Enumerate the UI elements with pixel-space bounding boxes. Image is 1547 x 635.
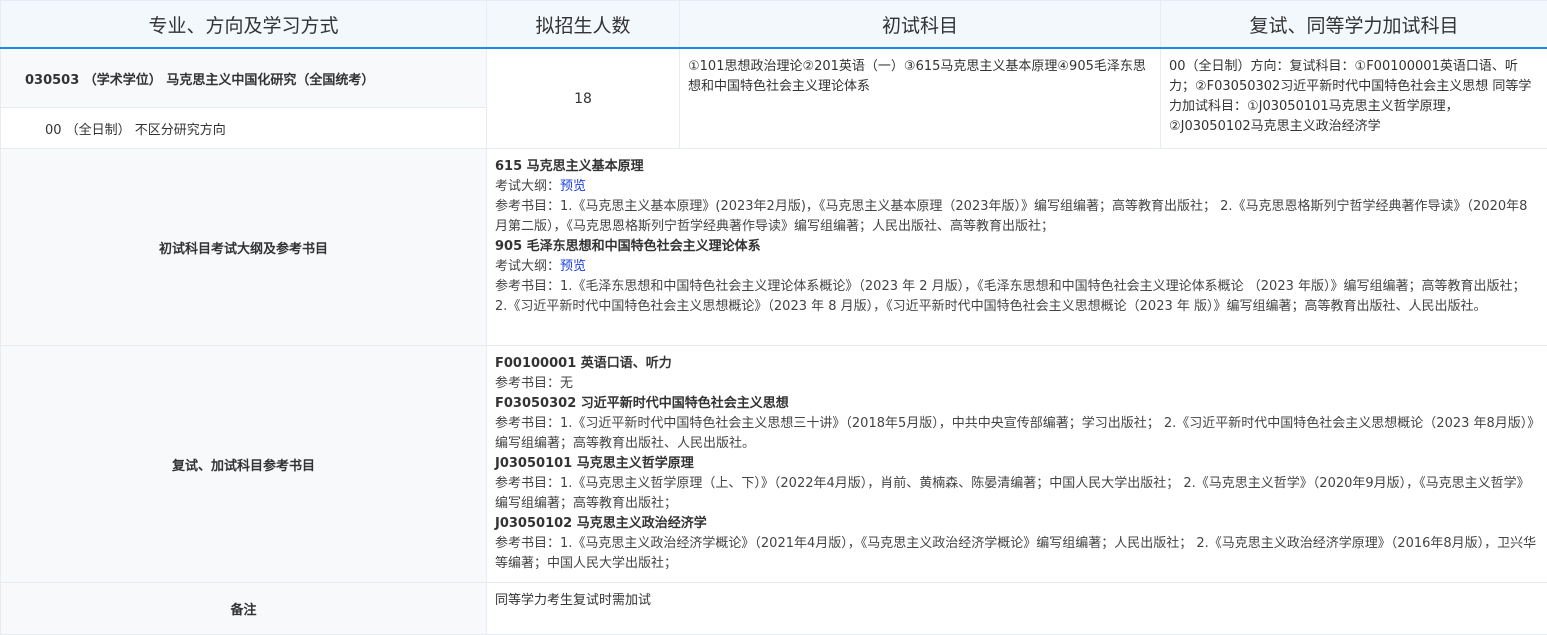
notes-row: 备注 同等学力考生复试时需加试 (1, 583, 1547, 635)
header-count: 拟招生人数 (487, 1, 680, 49)
retest-item-title: F03050302 习近平新时代中国特色社会主义思想 (495, 394, 1537, 414)
retest-item-refs: 参考书目：1.《习近平新时代中国特色社会主义思想三十讲》（2018年5月版），中… (495, 414, 1537, 454)
retest-item-title: F00100001 英语口语、听力 (495, 354, 1537, 374)
retest-item-refs: 参考书目：无 (495, 374, 1537, 394)
program-table: 专业、方向及学习方式 拟招生人数 初试科目 复试、同等学力加试科目 030503… (0, 0, 1547, 635)
outline-label: 考试大纲： (495, 259, 560, 274)
program-row: 030503 （学术学位） 马克思主义中国化研究（全国统考） 00 （全日制） … (1, 48, 1547, 149)
program-name: 030503 （学术学位） 马克思主义中国化研究（全国统考） (1, 49, 486, 108)
notes-text: 同等学力考生复试时需加试 (487, 583, 1547, 635)
retest-item-title: J03050102 马克思主义政治经济学 (495, 514, 1537, 534)
prelim-outline: 考试大纲：预览 (495, 177, 1537, 197)
table-header-row: 专业、方向及学习方式 拟招生人数 初试科目 复试、同等学力加试科目 (1, 1, 1547, 49)
header-prelim: 初试科目 (680, 1, 1161, 49)
prelim-outline: 考试大纲：预览 (495, 257, 1537, 277)
retest-item-refs: 参考书目：1.《马克思主义政治经济学概论》（2021年4月版），《马克思主义政治… (495, 534, 1537, 574)
retest-section-label: 复试、加试科目参考书目 (1, 346, 487, 583)
outline-preview-link[interactable]: 预览 (560, 179, 586, 194)
notes-label: 备注 (1, 583, 487, 635)
prelim-section-content: 615 马克思主义基本原理 考试大纲：预览 参考书目：1.《马克思主义基本原理》… (487, 149, 1547, 346)
prelim-item-title: 615 马克思主义基本原理 (495, 157, 1537, 177)
header-retest: 复试、同等学力加试科目 (1161, 1, 1547, 49)
program-cell: 030503 （学术学位） 马克思主义中国化研究（全国统考） 00 （全日制） … (1, 48, 487, 149)
retest-section-row: 复试、加试科目参考书目 F00100001 英语口语、听力 参考书目：无 F03… (1, 346, 1547, 583)
prelim-section-label: 初试科目考试大纲及参考书目 (1, 149, 487, 346)
enrollment-count: 18 (487, 48, 680, 149)
outline-preview-link[interactable]: 预览 (560, 259, 586, 274)
prelim-subjects: ①101思想政治理论②201英语（一）③615马克思主义基本原理④905毛泽东思… (680, 48, 1161, 149)
header-program: 专业、方向及学习方式 (1, 1, 487, 49)
retest-item-refs: 参考书目：1.《马克思主义哲学原理（上、下）》（2022年4月版），肖前、黄楠森… (495, 474, 1537, 514)
prelim-item-refs: 参考书目：1.《毛泽东思想和中国特色社会主义理论体系概论》（2023 年 2 月… (495, 277, 1537, 317)
program-direction: 00 （全日制） 不区分研究方向 (1, 108, 486, 148)
outline-label: 考试大纲： (495, 179, 560, 194)
prelim-section-row: 初试科目考试大纲及参考书目 615 马克思主义基本原理 考试大纲：预览 参考书目… (1, 149, 1547, 346)
prelim-item-title: 905 毛泽东思想和中国特色社会主义理论体系 (495, 237, 1537, 257)
prelim-item-refs: 参考书目：1.《马克思主义基本原理》(2023年2月版)，《马克思主义基本原理（… (495, 197, 1537, 237)
retest-subjects: 00（全日制）方向：复试科目：①F00100001英语口语、听力；②F03050… (1161, 48, 1547, 149)
retest-section-content: F00100001 英语口语、听力 参考书目：无 F03050302 习近平新时… (487, 346, 1547, 583)
retest-item-title: J03050101 马克思主义哲学原理 (495, 454, 1537, 474)
